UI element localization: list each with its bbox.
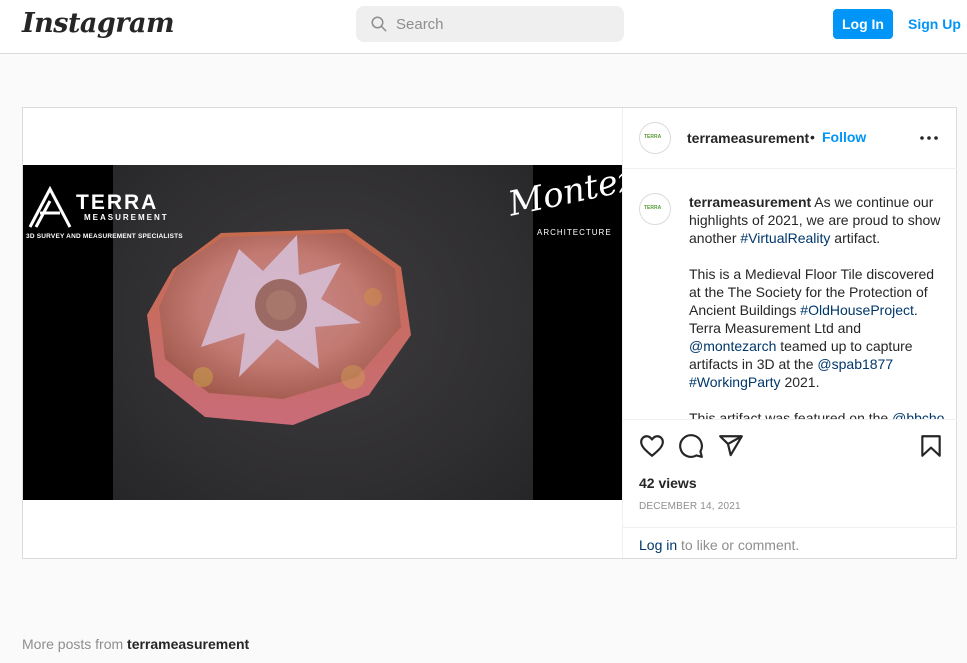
terra-a-logo-icon	[28, 185, 72, 228]
top-navigation: Instagram Log In Sign Up	[0, 0, 967, 54]
hashtag-link[interactable]: #VirtualReality	[740, 230, 830, 246]
login-prompt-text: to like or comment.	[677, 537, 800, 553]
caption-avatar[interactable]: TERRA	[639, 193, 671, 225]
hashtag-link[interactable]: #WorkingParty	[689, 374, 781, 390]
mention-link[interactable]: @bbcho	[892, 410, 944, 419]
heart-icon[interactable]	[639, 433, 665, 459]
caption-username[interactable]: terrameasurement	[689, 194, 811, 210]
montez-architecture-logo: Montez ARCHITECTURE	[505, 165, 622, 237]
caption-p1-end: artifact.	[830, 230, 881, 246]
follow-button[interactable]: Follow	[822, 129, 866, 145]
share-icon[interactable]	[718, 433, 744, 459]
instagram-logo[interactable]: Instagram	[22, 8, 175, 39]
post-header: TERRA terrameasurement • Follow	[623, 108, 957, 169]
search-icon	[371, 16, 387, 32]
post-card: TERRA MEASUREMENT 3D SURVEY AND MEASUREM…	[22, 107, 957, 559]
login-button[interactable]: Log In	[833, 9, 893, 39]
more-posts-username[interactable]: terrameasurement	[127, 636, 249, 652]
more-posts-heading: More posts from terrameasurement	[22, 636, 249, 652]
mention-link[interactable]: @montezarch	[689, 338, 776, 354]
floor-tile-image	[147, 229, 411, 425]
login-prompt: Log in to like or comment.	[623, 527, 957, 559]
avatar[interactable]: TERRA	[639, 122, 671, 154]
signup-link[interactable]: Sign Up	[908, 16, 961, 32]
caption-text: terrameasurement As we continue our high…	[689, 193, 947, 419]
brand-tagline: 3D SURVEY AND MEASUREMENT SPECIALISTS	[26, 233, 183, 240]
login-link[interactable]: Log in	[639, 537, 677, 553]
mention-link[interactable]: @spab1877	[817, 356, 893, 372]
post-media: TERRA MEASUREMENT 3D SURVEY AND MEASUREM…	[23, 108, 622, 558]
search-box[interactable]	[356, 6, 624, 42]
bookmark-icon[interactable]	[918, 433, 944, 459]
caption-p3: This artifact was featured on the	[689, 410, 893, 419]
more-options-icon[interactable]	[919, 130, 939, 146]
post-date[interactable]: DECEMBER 14, 2021	[639, 501, 741, 512]
view-count: 42 views	[639, 475, 697, 491]
partner-sub: ARCHITECTURE	[537, 228, 612, 237]
brand-sub: MEASUREMENT	[84, 213, 169, 222]
post-sidebar: TERRA terrameasurement • Follow TERRA te…	[622, 108, 957, 558]
post-caption: TERRA terrameasurement As we continue ou…	[623, 170, 957, 419]
brand-name: TERRA	[76, 191, 159, 214]
avatar-label: TERRA	[644, 205, 662, 211]
post-username[interactable]: terrameasurement	[687, 130, 809, 146]
separator-dot: •	[810, 129, 815, 145]
search-input[interactable]	[396, 6, 616, 42]
avatar-label: TERRA	[644, 134, 662, 140]
post-actions: 42 views DECEMBER 14, 2021 Log in to lik…	[623, 419, 957, 558]
hashtag-link[interactable]: #OldHouseProject	[800, 302, 914, 318]
post-video[interactable]: TERRA MEASUREMENT 3D SURVEY AND MEASUREM…	[23, 165, 622, 500]
caption-p2e: 2021.	[780, 374, 820, 390]
comment-icon[interactable]	[678, 433, 704, 459]
more-posts-prefix: More posts from	[22, 636, 128, 652]
